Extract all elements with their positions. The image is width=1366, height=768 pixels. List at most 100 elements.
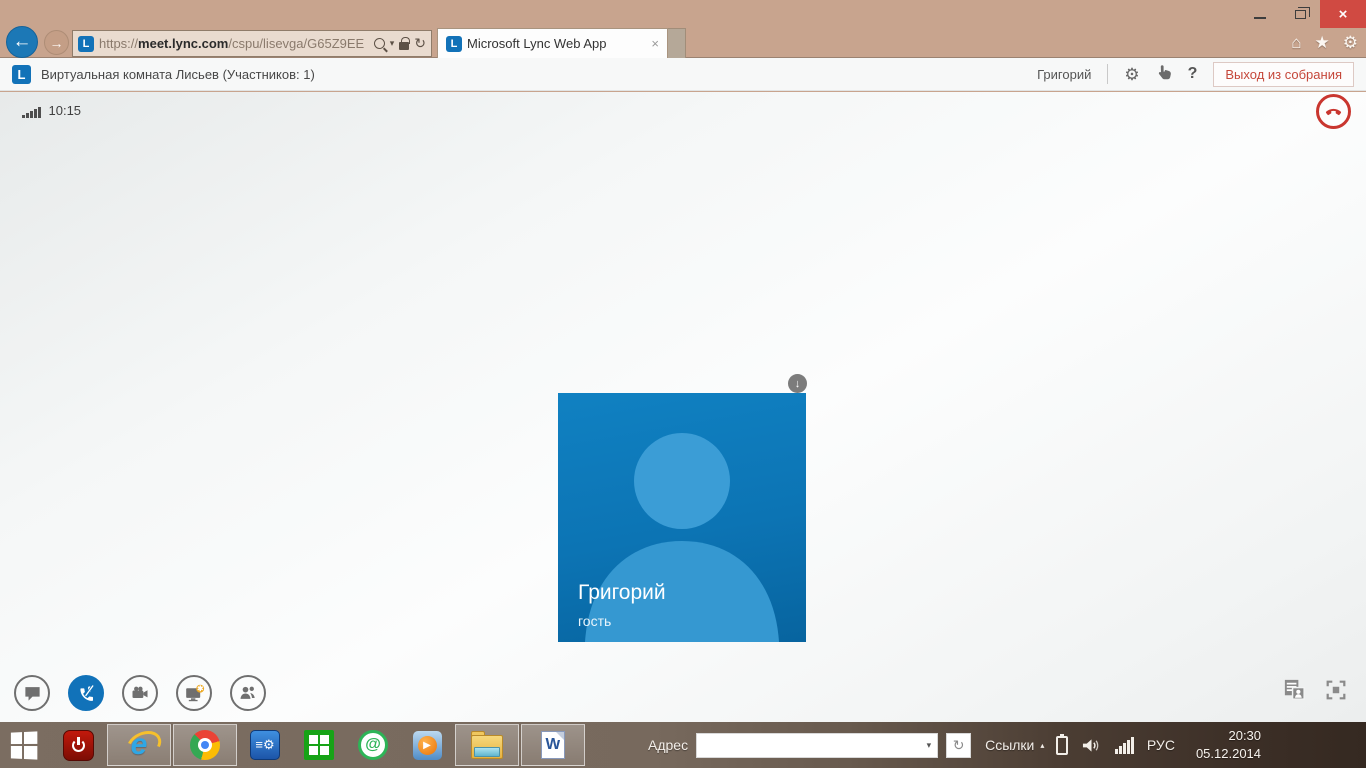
phone-muted-icon xyxy=(80,684,95,701)
help-icon[interactable]: ? xyxy=(1188,65,1198,83)
url-domain: meet.lync.com xyxy=(138,36,229,51)
browser-chrome: × ← → L https://meet.lync.com/cspu/lisev… xyxy=(0,0,1366,58)
view-controls xyxy=(1282,677,1348,707)
chat-bubble-icon xyxy=(24,686,40,701)
back-button[interactable]: ← xyxy=(6,26,38,58)
forward-button[interactable]: → xyxy=(44,30,69,55)
fullscreen-button[interactable] xyxy=(1324,678,1348,707)
present-button[interactable]: ✱ xyxy=(176,675,212,711)
taskbar-chrome[interactable] xyxy=(173,724,237,766)
taskbar-media-player[interactable]: ▶ xyxy=(401,724,453,766)
internet-explorer-icon: e xyxy=(130,728,148,761)
address-toolbar-field[interactable]: ▾ xyxy=(696,732,939,758)
system-tray: РУС 20:30 05.12.2014 xyxy=(1056,727,1271,762)
call-controls-toolbar: ✱ xyxy=(14,675,266,711)
call-duration: 10:15 xyxy=(48,103,82,118)
taskbar-ie[interactable]: e xyxy=(107,724,171,766)
lync-header: L Виртуальная комната Лисьев (Участников… xyxy=(0,58,1366,91)
restore-button[interactable] xyxy=(1280,0,1320,28)
call-status: 10:15 xyxy=(22,103,81,118)
signal-strength-icon xyxy=(22,107,41,118)
lync-header-right: Григорий ⚙ ? Выход из собрания xyxy=(1037,61,1354,87)
search-icon[interactable] xyxy=(373,38,385,49)
svg-text:✱: ✱ xyxy=(197,684,203,693)
taskbar-mail-agent[interactable]: @ xyxy=(347,724,399,766)
desktop: × ← → L https://meet.lync.com/cspu/lisev… xyxy=(0,0,1366,768)
new-tab-button[interactable] xyxy=(668,28,686,58)
url-path: /cspu/lisevga/G65Z9EE xyxy=(228,36,365,51)
browser-tab[interactable]: L Microsoft Lync Web App × xyxy=(437,28,668,58)
address-bar-icons: ▾ ↻ xyxy=(373,35,426,52)
meeting-options-gear-icon[interactable]: ⚙ xyxy=(1124,66,1139,83)
battery-icon[interactable] xyxy=(1056,733,1069,755)
go-refresh-icon: ↻ xyxy=(952,736,965,753)
favorites-icon[interactable]: ★ xyxy=(1315,33,1330,53)
taskbar-clock[interactable]: 20:30 05.12.2014 xyxy=(1196,727,1261,762)
folder-icon xyxy=(471,731,503,759)
back-icon: ← xyxy=(12,31,32,52)
media-player-icon: ▶ xyxy=(412,730,442,760)
address-go-button[interactable]: ↻ xyxy=(946,732,972,758)
address-bar[interactable]: L https://meet.lync.com/cspu/lisevga/G65… xyxy=(72,30,432,57)
power-button[interactable] xyxy=(63,729,94,761)
participant-tile[interactable]: Григорий гость xyxy=(558,393,806,642)
tab-close-icon[interactable]: × xyxy=(651,36,659,51)
language-indicator[interactable]: РУС xyxy=(1147,737,1175,753)
address-dropdown-icon[interactable]: ▾ xyxy=(921,740,938,751)
forward-icon: → xyxy=(49,34,64,51)
volume-icon[interactable] xyxy=(1081,736,1102,755)
start-button[interactable] xyxy=(10,730,37,759)
taskbar-system-tool[interactable]: ≡⚙ xyxy=(239,724,291,766)
refresh-icon[interactable]: ↻ xyxy=(414,35,426,52)
chevron-down-icon[interactable]: ▾ xyxy=(390,38,395,49)
divider xyxy=(1107,64,1109,84)
taskbar: e ≡⚙ @ ▶ W Адрес ▾ ↻ Ссылки ▴ РУС 20:30 … xyxy=(0,722,1366,768)
exit-meeting-button[interactable]: Выход из собрания xyxy=(1213,61,1354,87)
phone-touch-icon[interactable] xyxy=(1156,64,1172,84)
links-label: Ссылки xyxy=(985,737,1035,753)
layout-picker-button[interactable] xyxy=(1282,677,1307,707)
network-signal-icon[interactable] xyxy=(1115,736,1134,754)
restore-icon xyxy=(1294,6,1310,19)
tab-favicon: L xyxy=(446,35,462,52)
tile-menu-button[interactable]: ↓ xyxy=(788,374,807,393)
video-camera-icon xyxy=(132,686,148,698)
touch-hand-icon xyxy=(1158,65,1171,80)
close-icon: × xyxy=(1338,5,1348,23)
hangup-phone-icon xyxy=(1325,108,1342,116)
video-button[interactable] xyxy=(122,675,158,711)
address-toolbar: Адрес ▾ ↻ Ссылки ▴ xyxy=(648,732,1044,758)
chat-button[interactable] xyxy=(14,675,50,711)
lync-favicon: L xyxy=(78,35,94,52)
close-button[interactable]: × xyxy=(1320,0,1366,28)
minimize-icon xyxy=(1254,17,1266,19)
participants-button[interactable] xyxy=(230,675,266,711)
window-controls: × xyxy=(1240,0,1366,28)
participant-role: гость xyxy=(578,613,612,629)
tab-title: Microsoft Lync Web App xyxy=(467,36,607,51)
chrome-icon xyxy=(190,730,220,760)
browser-toolbar-icons: ⌂ ★ ⚙ xyxy=(1291,33,1358,53)
play-icon: ▶ xyxy=(417,735,437,755)
room-title: Виртуальная комната Лисьев (Участников: … xyxy=(41,66,315,82)
taskbar-store[interactable] xyxy=(293,724,345,766)
audio-mute-button[interactable] xyxy=(68,675,104,711)
windows-store-icon xyxy=(304,730,334,760)
taskbar-explorer[interactable] xyxy=(455,724,519,766)
at-agent-icon: @ xyxy=(358,730,388,760)
people-icon xyxy=(240,686,255,699)
participant-name: Григорий xyxy=(578,581,666,604)
minimize-button[interactable] xyxy=(1240,0,1280,28)
address-toolbar-input[interactable] xyxy=(697,733,921,757)
gear-icon[interactable]: ⚙ xyxy=(1343,33,1358,53)
meeting-stage: 10:15 Григорий гость ↓ ✱ xyxy=(0,92,1366,722)
fullscreen-icon xyxy=(1326,680,1346,699)
taskbar-word[interactable]: W xyxy=(521,724,585,766)
links-toolbar[interactable]: Ссылки ▴ xyxy=(985,737,1044,753)
home-icon[interactable]: ⌂ xyxy=(1291,33,1301,53)
clock-date: 05.12.2014 xyxy=(1195,746,1262,761)
hangup-button[interactable] xyxy=(1316,94,1351,129)
down-arrow-icon: ↓ xyxy=(794,377,801,390)
word-icon: W xyxy=(541,731,565,759)
links-expand-icon: ▴ xyxy=(1040,740,1045,750)
